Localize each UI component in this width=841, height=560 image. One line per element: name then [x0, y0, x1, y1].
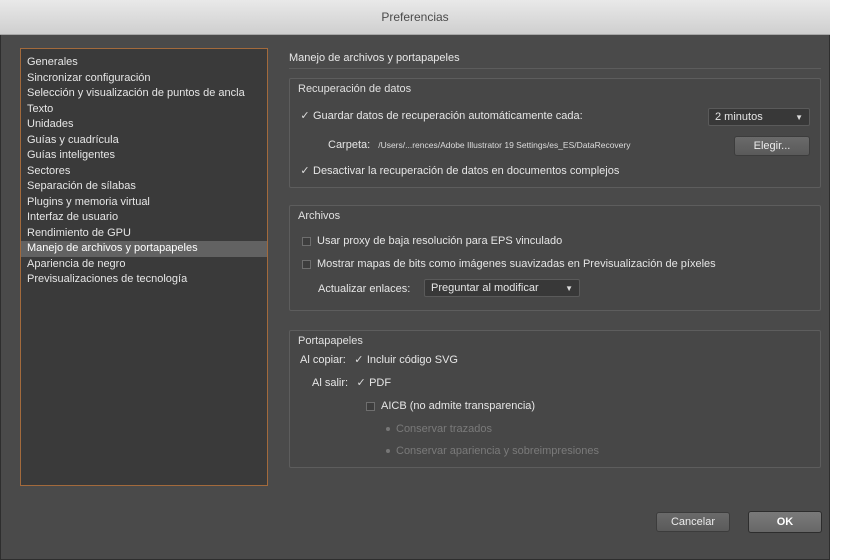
checkmark-icon[interactable]: ✓ [356, 376, 366, 389]
preserve-paths-label: Conservar trazados [396, 423, 492, 435]
recovery-group: Recuperación de datos ✓ Guardar datos de… [289, 78, 821, 188]
cancel-label: Cancelar [670, 516, 716, 528]
choose-folder-button[interactable]: Elegir... [734, 136, 810, 156]
choose-folder-label: Elegir... [753, 140, 791, 152]
files-group-label: Archivos [298, 210, 341, 222]
category-item-sync[interactable]: Sincronizar configuración [21, 71, 267, 87]
category-item-guides-grid[interactable]: Guías y cuadrícula [21, 133, 267, 149]
category-list[interactable]: Generales Sincronizar configuración Sele… [20, 48, 268, 486]
category-item-tech-previews[interactable]: Previsualizaciones de tecnología [21, 272, 267, 288]
category-item-selection[interactable]: Selección y visualización de puntos de a… [21, 86, 267, 102]
update-links-label: Actualizar enlaces: [318, 283, 411, 295]
category-item-text[interactable]: Texto [21, 102, 267, 118]
cancel-button[interactable]: Cancelar [656, 512, 730, 532]
category-item-units[interactable]: Unidades [21, 117, 267, 133]
chevron-down-icon: ▼ [795, 113, 803, 122]
eps-proxy-label: Usar proxy de baja resolución para EPS v… [317, 235, 563, 247]
on-quit-row: Al salir: ✓ PDF [312, 376, 391, 390]
disable-complex-option[interactable]: ✓ Desactivar la recuperación de datos en… [300, 164, 620, 178]
autosave-interval-value: 2 minutos [715, 111, 763, 123]
eps-proxy-checkbox[interactable] [302, 236, 311, 246]
category-item-gpu[interactable]: Rendimiento de GPU [21, 226, 267, 242]
svg-label[interactable]: Incluir código SVG [367, 354, 458, 366]
update-links-select[interactable]: Preguntar al modificar ▼ [424, 279, 580, 297]
category-item-user-interface[interactable]: Interfaz de usuario [21, 210, 267, 226]
category-item-slices[interactable]: Sectores [21, 164, 267, 180]
clipboard-group: Portapapeles Al copiar: ✓ Incluir código… [289, 330, 821, 468]
title-divider [289, 68, 821, 69]
disable-complex-label: Desactivar la recuperación de datos en d… [313, 164, 620, 177]
folder-path: /Users/...rences/Adobe Illustrator 19 Se… [378, 140, 631, 150]
chevron-down-icon: ▼ [565, 284, 573, 293]
bitmap-checkbox[interactable] [302, 259, 311, 269]
autosave-interval-select[interactable]: 2 minutos ▼ [708, 108, 810, 126]
ok-label: OK [776, 516, 794, 528]
folder-label: Carpeta: [328, 139, 371, 151]
preserve-paths-radio[interactable] [386, 427, 390, 431]
window-title: Preferencias [381, 10, 449, 24]
autosave-label: Guardar datos de recuperación automática… [313, 109, 583, 122]
recovery-group-label: Recuperación de datos [298, 83, 412, 95]
preferences-dialog: Preferencias Generales Sincronizar confi… [0, 0, 830, 560]
checkmark-icon[interactable]: ✓ [354, 353, 364, 366]
bitmap-label: Mostrar mapas de bits como imágenes suav… [317, 258, 716, 270]
update-links-row: Actualizar enlaces: [318, 283, 410, 295]
category-item-plugins[interactable]: Plugins y memoria virtual [21, 195, 267, 211]
panel-title: Manejo de archivos y portapapeles [289, 52, 460, 64]
category-item-generales[interactable]: Generales [21, 55, 267, 71]
category-item-black-appearance[interactable]: Apariencia de negro [21, 257, 267, 273]
eps-proxy-option[interactable]: Usar proxy de baja resolución para EPS v… [302, 235, 562, 247]
preserve-appearance-radio[interactable] [386, 449, 390, 453]
folder-row: Carpeta: /Users/...rences/Adobe Illustra… [328, 139, 631, 151]
aicb-option[interactable]: AICB (no admite transparencia) [366, 400, 535, 412]
files-group: Archivos Usar proxy de baja resolución p… [289, 205, 821, 311]
aicb-checkbox[interactable] [366, 401, 375, 411]
title-bar: Preferencias [0, 0, 830, 35]
checkmark-icon[interactable]: ✓ [300, 109, 310, 122]
bitmap-option[interactable]: Mostrar mapas de bits como imágenes suav… [302, 258, 716, 270]
checkmark-icon[interactable]: ✓ [300, 164, 310, 177]
aicb-label: AICB (no admite transparencia) [381, 400, 536, 412]
autosave-option[interactable]: ✓ Guardar datos de recuperación automáti… [300, 109, 583, 123]
on-copy-label: Al copiar: [300, 353, 346, 366]
on-quit-label: Al salir: [312, 376, 349, 389]
pdf-label[interactable]: PDF [369, 377, 391, 389]
category-item-hyphenation[interactable]: Separación de sílabas [21, 179, 267, 195]
category-item-file-handling[interactable]: Manejo de archivos y portapapeles [21, 241, 267, 257]
clipboard-group-label: Portapapeles [298, 335, 363, 347]
on-copy-row: Al copiar: ✓ Incluir código SVG [300, 353, 458, 367]
update-links-value: Preguntar al modificar [431, 282, 539, 294]
preserve-paths-option[interactable]: Conservar trazados [386, 423, 492, 435]
preserve-appearance-option[interactable]: Conservar apariencia y sobreimpresiones [386, 445, 599, 457]
category-item-smart-guides[interactable]: Guías inteligentes [21, 148, 267, 164]
ok-button[interactable]: OK [748, 511, 822, 533]
preserve-appearance-label: Conservar apariencia y sobreimpresiones [396, 445, 599, 457]
